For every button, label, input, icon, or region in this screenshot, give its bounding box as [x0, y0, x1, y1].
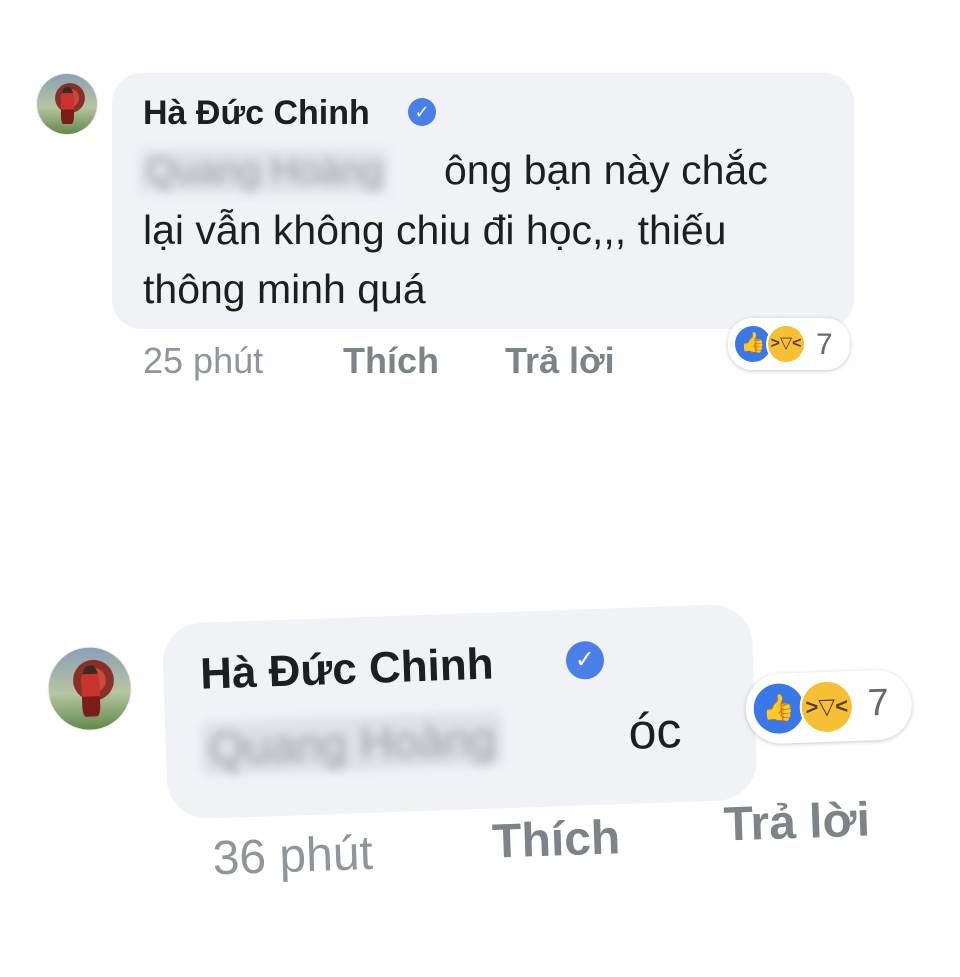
- avatar-figure: [80, 665, 101, 717]
- like-icon: 👍: [750, 680, 807, 737]
- comment-text-line: óc: [627, 701, 683, 760]
- comment-timestamp[interactable]: 36 phút: [212, 826, 374, 887]
- comment-2: Hà Đức Chinh ✓ Quang Hoàng óc 36 phút Th…: [0, 0, 960, 977]
- reactions-summary[interactable]: 👍 >▽< 7: [744, 668, 913, 745]
- author-avatar[interactable]: [47, 646, 133, 732]
- reaction-count: 7: [866, 681, 890, 725]
- reply-button[interactable]: Trả lời: [723, 792, 871, 852]
- mention-tag[interactable]: Quang Hoàng: [199, 711, 505, 776]
- like-button[interactable]: Thích: [491, 810, 621, 869]
- haha-icon: >▽<: [798, 678, 855, 735]
- author-name[interactable]: Hà Đức Chinh: [199, 640, 494, 700]
